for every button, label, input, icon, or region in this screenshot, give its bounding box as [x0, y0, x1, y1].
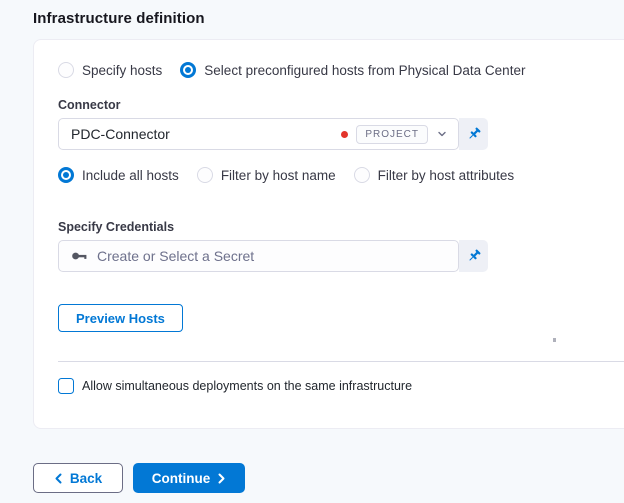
radio-filter-by-host-name[interactable]: Filter by host name	[196, 167, 336, 183]
radio-icon[interactable]	[353, 167, 370, 183]
radio-select-preconfigured-hosts[interactable]: Select preconfigured hosts from Physical…	[180, 62, 525, 78]
radio-label: Select preconfigured hosts from Physical…	[204, 62, 526, 78]
credentials-pin-button[interactable]	[459, 240, 488, 272]
chevron-right-icon	[218, 473, 225, 483]
back-button[interactable]: Back	[33, 463, 123, 493]
pushpin-icon	[468, 249, 480, 261]
radio-include-all-hosts[interactable]: Include all hosts	[58, 167, 179, 183]
infrastructure-definition-card: Specify hosts Select preconfigured hosts…	[33, 39, 624, 429]
radio-label: Filter by host name	[220, 167, 336, 183]
connector-status-dot	[341, 130, 349, 138]
secret-placeholder: Create or Select a Secret	[97, 248, 255, 264]
preview-hosts-button[interactable]: Preview Hosts	[58, 304, 183, 332]
connector-select[interactable]: PDC-Connector PROJECT	[58, 118, 459, 150]
checkbox-icon[interactable]	[58, 378, 74, 394]
pushpin-icon	[468, 127, 480, 139]
continue-button[interactable]: Continue	[133, 463, 245, 493]
credentials-label: Specify Credentials	[58, 220, 175, 234]
connector-scope-badge: PROJECT	[356, 124, 428, 144]
secret-select[interactable]: Create or Select a Secret	[58, 240, 459, 272]
checkbox-label: Allow simultaneous deployments on the sa…	[82, 379, 413, 393]
simultaneous-deployments-option[interactable]: Allow simultaneous deployments on the sa…	[58, 378, 611, 394]
radio-filter-by-host-attributes[interactable]: Filter by host attributes	[353, 167, 515, 183]
radio-specify-hosts[interactable]: Specify hosts	[58, 62, 162, 78]
connector-input-group: PDC-Connector PROJECT	[58, 118, 488, 150]
host-source-radio-group: Specify hosts Select preconfigured hosts…	[58, 62, 611, 78]
radio-label: Specify hosts	[82, 62, 163, 78]
radio-label: Filter by host attributes	[377, 167, 515, 183]
wizard-footer: Back Continue	[33, 463, 624, 493]
back-button-label: Back	[69, 470, 103, 486]
chevron-down-icon[interactable]	[436, 128, 448, 140]
radio-label: Include all hosts	[82, 167, 179, 183]
connector-label: Connector	[58, 98, 121, 112]
chevron-left-icon	[55, 473, 62, 483]
connector-pin-button[interactable]	[459, 118, 488, 150]
page-title: Infrastructure definition	[33, 10, 205, 27]
credentials-input-group: Create or Select a Secret	[58, 240, 488, 272]
radio-icon[interactable]	[196, 167, 213, 183]
section-divider	[58, 361, 624, 362]
radio-icon-selected[interactable]	[58, 167, 74, 183]
continue-button-label: Continue	[151, 470, 211, 486]
radio-icon[interactable]	[58, 62, 74, 78]
key-icon	[71, 249, 88, 263]
host-filter-radio-group: Include all hosts Filter by host name Fi…	[58, 167, 611, 183]
stray-artifact-mark	[553, 338, 556, 342]
radio-icon-selected[interactable]	[180, 62, 197, 78]
connector-value: PDC-Connector	[71, 126, 170, 142]
